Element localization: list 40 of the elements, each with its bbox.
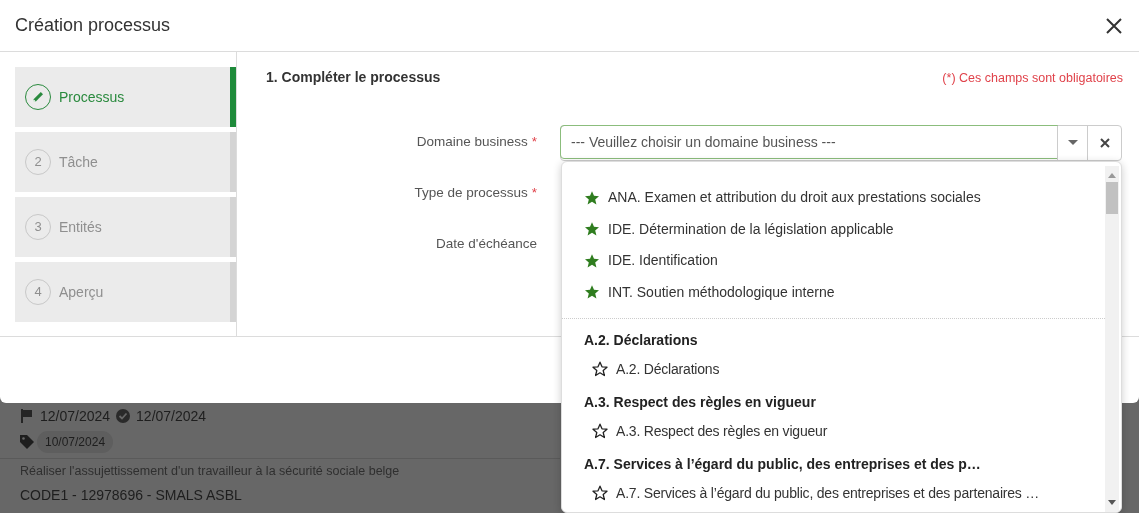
section-title: 1. Compléter le processus (266, 68, 441, 87)
check-circle-icon (116, 409, 131, 423)
field-label: Type de processus (414, 184, 528, 203)
required-note: (*) Ces champs sont obligatoires (942, 70, 1123, 87)
caret-icon (1067, 139, 1078, 146)
flag-icon (20, 409, 34, 423)
task-title: CODE1 - 12978696 - SMALS ASBL (20, 485, 242, 505)
step-tab[interactable]: Processus (15, 67, 236, 127)
star-icon[interactable] (584, 221, 600, 238)
dropdown-option[interactable]: ANA. Examen et attribution du droit aux prestations sociales (608, 187, 981, 209)
date-text: 12/07/2024 (40, 406, 111, 426)
star-icon[interactable] (592, 485, 608, 501)
star-icon[interactable] (592, 361, 608, 377)
star-icon[interactable] (592, 423, 608, 439)
star-icon[interactable] (584, 189, 600, 206)
field-label: Domaine business (416, 133, 528, 152)
dropdown-option[interactable]: INT. Soutien méthodologique interne (608, 281, 835, 303)
star-icon[interactable] (584, 284, 600, 301)
scroll-down-icon[interactable] (1108, 500, 1116, 506)
required-mark: * (531, 133, 537, 152)
dialog-title: Création processus (15, 14, 171, 37)
dropdown-option[interactable]: A.3. Respect des règles en vigueur (616, 420, 828, 442)
select-field[interactable]: --- Veuillez choisir un domaine business --- (560, 124, 1058, 159)
group-header: A.7. Services à l’égard du public, des entreprises et des p… (584, 454, 982, 474)
group-header: A.3. Respect des règles en vigueur (584, 392, 817, 412)
date-badge: 10/07/2024 (37, 430, 114, 453)
scrollbar[interactable] (1105, 166, 1119, 512)
dropdown-option[interactable]: A.7. Services à l’égard du public, des entreprises et des partenaires … (616, 482, 1040, 504)
tag-icon (20, 434, 34, 449)
group-header: A.2. Déclarations (584, 330, 699, 350)
date-text: 12/07/2024 (136, 406, 207, 426)
scrollbar-thumb[interactable] (1106, 182, 1118, 214)
dropdown-option[interactable]: IDE. Détermination de la législation applicable (608, 218, 894, 240)
dropdown-option[interactable]: IDE. Identification (608, 250, 718, 272)
close-icon (1099, 137, 1110, 148)
star-icon[interactable] (584, 252, 600, 269)
task-description: Réaliser l'assujettissement d'un travailleur à la sécurité sociale belge (20, 463, 400, 480)
required-mark: * (531, 184, 537, 203)
field-label: Date d'échéance (436, 235, 537, 254)
dropdown-option[interactable]: A.2. Déclarations (616, 358, 720, 380)
